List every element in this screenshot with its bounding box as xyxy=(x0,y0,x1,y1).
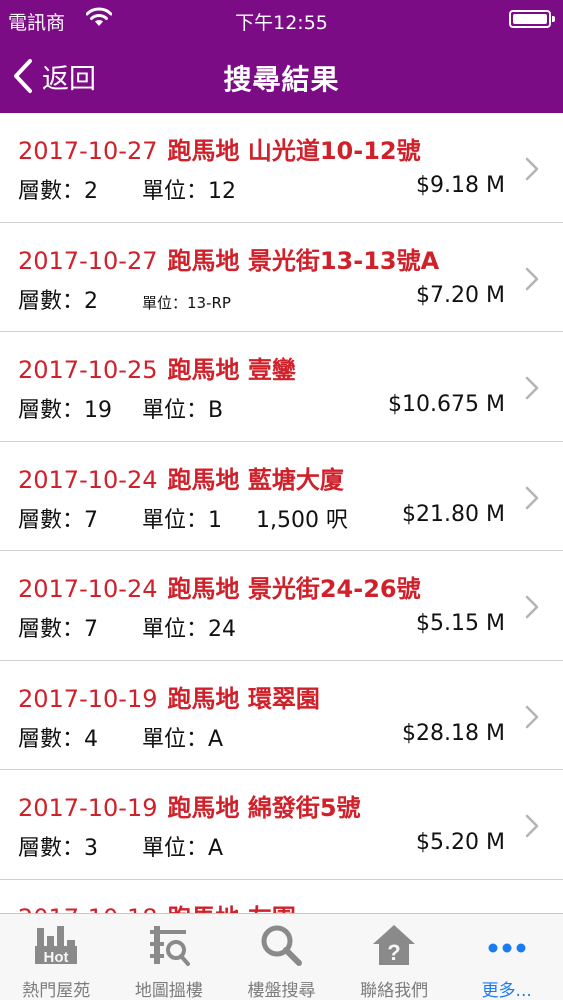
property-address: 跑馬地 壹鑾 xyxy=(167,356,296,384)
tab-property-search[interactable]: 樓盤搜尋 xyxy=(225,914,338,1000)
status-bar: 電訊商 下午12:55 xyxy=(0,0,563,40)
chevron-right-icon xyxy=(525,705,539,733)
floor-label: 層數：7 xyxy=(18,617,98,642)
floor-label: 層數：2 xyxy=(18,288,98,314)
chevron-right-icon xyxy=(525,814,539,842)
status-time: 下午12:55 xyxy=(235,12,328,34)
transaction-date: 2017-10-19 xyxy=(18,794,158,822)
transaction-date: 2017-10-27 xyxy=(18,137,158,165)
floor-label: 層數：19 xyxy=(18,398,112,423)
property-address: 跑馬地 景光街24-26號 xyxy=(167,575,421,603)
tab-label: 熱門屋苑 xyxy=(22,981,91,1000)
tab-map-search[interactable]: 地圖搵樓 xyxy=(113,914,226,1000)
tab-bar: Hot 熱門屋苑 地圖搵樓 樓盤搜尋 ? 聯絡我們 更多... xyxy=(0,913,563,1000)
tab-label: 聯絡我們 xyxy=(360,981,429,1000)
property-address: 跑馬地 環翠園 xyxy=(167,684,320,713)
unit-label: 單位：A xyxy=(142,726,224,752)
floor-label: 層數：4 xyxy=(18,726,98,752)
tab-more[interactable]: 更多... xyxy=(450,914,563,1000)
battery-icon xyxy=(509,10,555,28)
price-label: $7.20 M xyxy=(416,282,505,308)
property-address: 跑馬地 景光街13-13號A xyxy=(167,246,440,275)
list-item[interactable]: 2017-10-24 跑馬地 藍塘大廈 層數：7 單位：1 1,500 呎 $21.8… xyxy=(0,442,563,551)
list-item[interactable]: 2017-10-19 跑馬地 環翠園 層數：4 單位：A $28.18 M xyxy=(0,661,563,770)
property-address: 跑馬地 綿發街5號 xyxy=(167,794,361,822)
price-label: $5.15 M xyxy=(416,611,505,636)
hot-badge-text: Hot xyxy=(44,949,69,966)
list-item[interactable]: 2017-10-24 跑馬地 景光街24-26號 層數：7 單位：24 $5.15 … xyxy=(0,551,563,661)
tab-hot-estates[interactable]: Hot 熱門屋苑 xyxy=(0,914,113,1000)
transaction-date: 2017-10-25 xyxy=(18,356,158,384)
svg-text:?: ? xyxy=(387,940,400,965)
transaction-date: 2017-10-19 xyxy=(18,684,158,713)
transaction-date: 2017-10-24 xyxy=(18,465,158,494)
floor-label: 層數：2 xyxy=(18,179,98,204)
property-address: 跑馬地 友園 xyxy=(167,904,295,914)
list-item[interactable]: 2017-10-19 跑馬地 綿發街5號 層數：3 單位：A $5.20 M xyxy=(0,770,563,880)
list-item[interactable]: 2017-10-27 跑馬地 景光街13-13號A 層數：2 單位：13-RP $7… xyxy=(0,223,563,332)
tab-label: 更多... xyxy=(481,981,532,1000)
tab-label: 地圖搵樓 xyxy=(134,981,203,1000)
chevron-right-icon xyxy=(525,157,539,185)
page-title: 搜尋結果 xyxy=(223,63,340,96)
transaction-date: 2017-10-27 xyxy=(18,246,158,275)
results-list[interactable]: 2017-10-27 跑馬地 山光道10-12號 層數：2 單位：12 $9.18 … xyxy=(0,113,563,913)
unit-label: 單位：24 xyxy=(142,617,236,642)
list-item[interactable]: 2017-10-25 跑馬地 壹鑾 層數：19 單位：B $10.675 M xyxy=(0,332,563,442)
unit-label: 單位：A xyxy=(142,836,224,861)
property-address: 跑馬地 藍塘大廈 xyxy=(167,465,344,494)
price-label: $28.18 M xyxy=(402,720,505,746)
chevron-right-icon xyxy=(525,267,539,295)
chevron-right-icon xyxy=(525,376,539,404)
chevron-right-icon xyxy=(525,595,539,623)
area-label: 1,500 呎 xyxy=(256,507,348,533)
price-label: $21.80 M xyxy=(402,501,505,527)
price-label: $5.20 M xyxy=(416,830,505,855)
floor-label: 層數：3 xyxy=(18,836,98,861)
transaction-date: 2017-10-24 xyxy=(18,575,158,603)
floor-label: 層數：7 xyxy=(18,507,98,533)
unit-label: 單位：1 xyxy=(142,507,222,533)
price-label: $9.18 M xyxy=(416,173,505,198)
transaction-date: 2017-10-18 xyxy=(18,904,157,914)
chevron-right-icon xyxy=(525,486,539,514)
list-item[interactable]: 2017-10-18 跑馬地 友園 xyxy=(0,880,563,914)
price-label: $10.675 M xyxy=(388,392,505,417)
tab-label: 樓盤搜尋 xyxy=(247,981,316,1000)
property-address: 跑馬地 山光道10-12號 xyxy=(167,137,421,165)
tab-contact-us[interactable]: ? 聯絡我們 xyxy=(338,914,451,1000)
list-item[interactable]: 2017-10-27 跑馬地 山光道10-12號 層數：2 單位：12 $9.18 … xyxy=(0,113,563,223)
unit-label: 單位：B xyxy=(142,398,224,423)
unit-label: 單位：12 xyxy=(142,179,236,204)
unit-label: 單位：13-RP xyxy=(142,293,231,312)
navigation-bar: 返回 搜尋結果 xyxy=(0,40,563,113)
